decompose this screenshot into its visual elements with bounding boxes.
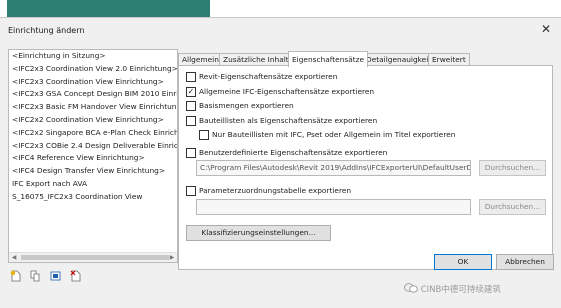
setup-list[interactable]: <Einrichtung in Sitzung> <IFC2x3 Coordin… xyxy=(8,49,178,263)
watermark: CINB中德可持续建筑 xyxy=(404,283,501,296)
list-item[interactable]: S_16075_IFC2x3 Coordination View xyxy=(9,191,177,204)
list-item[interactable]: <Einrichtung in Sitzung> xyxy=(9,50,177,63)
close-icon[interactable]: ✕ xyxy=(541,22,551,36)
scroll-left-icon[interactable]: ◀ xyxy=(9,253,19,262)
list-item[interactable]: <IFC2x3 Coordination View 2.0 Einrichtun… xyxy=(9,63,177,76)
rename-setup-icon[interactable] xyxy=(50,270,61,282)
checkbox[interactable] xyxy=(186,148,196,158)
checkbox[interactable] xyxy=(186,116,196,126)
list-item[interactable]: <IFC2x3 Basic FM Handover View Einrichtu… xyxy=(9,101,177,114)
tab-property-sets[interactable]: Eigenschaftensätze xyxy=(288,51,369,67)
delete-setup-icon[interactable] xyxy=(70,270,81,282)
checkbox[interactable] xyxy=(186,72,196,82)
list-item[interactable]: <IFC2x2 Singapore BCA e-Plan Check Einri… xyxy=(9,127,177,140)
list-item[interactable]: <IFC2x3 GSA Concept Design BIM 2010 Einr… xyxy=(9,88,177,101)
list-item[interactable]: IFC Export nach AVA xyxy=(9,178,177,191)
duplicate-setup-icon[interactable] xyxy=(30,270,41,282)
browse-user-defined-button[interactable]: Durchsuchen... xyxy=(479,160,546,176)
scroll-right-icon[interactable]: ▶ xyxy=(167,253,177,262)
checkbox-checked[interactable]: ✓ xyxy=(186,87,196,97)
scroll-thumb[interactable] xyxy=(21,255,169,260)
setup-dialog: Einrichtung ändern ✕ <Einrichtung in Sit… xyxy=(0,17,561,308)
list-item[interactable]: <IFC4 Design Transfer View Einrichtung> xyxy=(9,165,177,178)
cancel-button[interactable]: Abbrechen xyxy=(496,254,554,270)
list-item[interactable]: <IFC4 Reference View Einrichtung> xyxy=(9,152,177,165)
wechat-icon xyxy=(404,283,418,296)
mapping-table-path-field[interactable] xyxy=(196,199,471,215)
checkbox[interactable] xyxy=(199,130,209,140)
property-sets-panel: Revit-Eigenschaftensätze exportieren ✓ A… xyxy=(178,65,553,270)
new-setup-icon[interactable] xyxy=(10,270,21,282)
browse-mapping-button[interactable]: Durchsuchen... xyxy=(479,199,546,215)
list-item[interactable]: <IFC2x3 Coordination View Einrichtung> xyxy=(9,76,177,89)
ok-button[interactable]: OK xyxy=(434,254,492,270)
user-defined-path-field[interactable]: C:\Program Files\Autodesk\Revit 2019\Add… xyxy=(196,160,471,176)
horizontal-scrollbar[interactable]: ◀ ▶ xyxy=(9,252,177,262)
header-accent-bar xyxy=(7,0,210,17)
dialog-title: Einrichtung ändern xyxy=(8,26,85,35)
checkbox[interactable] xyxy=(186,101,196,111)
checkbox[interactable] xyxy=(186,186,196,196)
list-item[interactable]: <IFC2x3 COBie 2.4 Design Deliverable Ein… xyxy=(9,140,177,153)
list-item[interactable]: <IFC2x2 Coordination View Einrichtung> xyxy=(9,114,177,127)
classification-settings-button[interactable]: Klassifizierungseinstellungen... xyxy=(186,225,331,241)
